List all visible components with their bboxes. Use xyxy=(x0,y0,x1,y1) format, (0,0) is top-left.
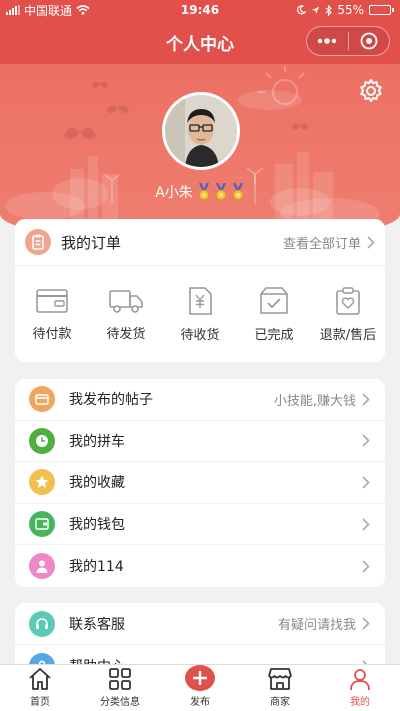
target-icon xyxy=(360,32,378,50)
chevron-right-icon xyxy=(362,434,370,447)
menu-item-my-114[interactable]: 我的114 xyxy=(15,545,385,587)
medal-icon xyxy=(232,183,244,201)
card-icon xyxy=(29,386,55,413)
order-status-pending-payment[interactable]: 待付款 xyxy=(15,266,89,362)
wallet-icon xyxy=(36,288,68,313)
star-icon xyxy=(29,469,55,496)
tab-categories[interactable]: 分类信息 xyxy=(80,665,160,711)
menu-item-label: 联系客服 xyxy=(69,616,125,633)
tab-merchants[interactable]: 商家 xyxy=(240,665,320,711)
nav-bar: 个人中心 xyxy=(0,20,400,64)
menu-item-hint: 有疑问请找我 xyxy=(277,618,356,633)
battery-percent: 55% xyxy=(337,3,364,17)
order-status-pending-shipment[interactable]: 待发货 xyxy=(89,266,163,362)
order-status-pending-receipt[interactable]: 待收货 xyxy=(163,266,237,362)
page-title: 个人中心 xyxy=(166,34,234,55)
menu-item-hint: 小技能,赚大钱 xyxy=(273,393,356,409)
user-icon xyxy=(350,669,370,691)
wallet-icon xyxy=(29,511,55,538)
order-status-completed[interactable]: 已完成 xyxy=(237,266,311,362)
more-dots-icon xyxy=(318,38,337,44)
medal-icon xyxy=(198,183,210,201)
avatar-photo xyxy=(165,95,237,167)
order-status-label: 待发货 xyxy=(106,326,146,342)
menu-item-label: 我的收藏 xyxy=(69,475,125,492)
medal-icon xyxy=(215,183,227,201)
status-bar: 中国联通 19:46 55% xyxy=(0,0,400,20)
carrier-label: 中国联通 xyxy=(24,3,73,18)
battery-icon xyxy=(369,5,394,15)
box-check-icon xyxy=(260,286,288,314)
plus-icon xyxy=(185,665,215,691)
truck-icon xyxy=(109,289,143,313)
bluetooth-icon xyxy=(325,4,333,16)
moon-icon xyxy=(297,5,307,15)
grid-icon xyxy=(109,668,131,690)
chevron-right-icon xyxy=(362,393,370,406)
tab-label: 商家 xyxy=(270,697,290,708)
menu-group-main: 我发布的帖子 小技能,赚大钱 我的拼车 我的收藏 我的钱包 我的114 xyxy=(15,379,385,587)
order-status-refund[interactable]: 退款/售后 xyxy=(311,266,385,362)
order-status-label: 待收货 xyxy=(180,327,220,343)
menu-item-customer-service[interactable]: 联系客服 有疑问请找我 xyxy=(15,603,385,645)
view-all-orders-link[interactable]: 查看全部订单 xyxy=(283,233,361,252)
chevron-right-icon xyxy=(362,476,370,489)
menu-item-wallet[interactable]: 我的钱包 xyxy=(15,504,385,546)
orders-header[interactable]: 我的订单 查看全部订单 xyxy=(15,219,385,266)
menu-item-label: 我的114 xyxy=(69,559,124,576)
profile-header: A小朱 xyxy=(0,64,400,244)
user-icon xyxy=(29,553,55,580)
signal-icon xyxy=(6,5,20,15)
tab-mine[interactable]: 我的 xyxy=(320,665,400,711)
more-button[interactable] xyxy=(307,27,348,55)
headset-icon xyxy=(29,610,55,637)
location-icon xyxy=(312,6,320,14)
tab-home[interactable]: 首页 xyxy=(0,665,80,711)
chevron-right-icon xyxy=(367,235,375,249)
username: A小朱 xyxy=(155,185,193,201)
wifi-icon xyxy=(76,5,90,15)
chevron-right-icon xyxy=(362,617,370,630)
tab-bar: 首页 分类信息 发布 商家 我的 xyxy=(0,664,400,711)
order-status-label: 待付款 xyxy=(32,326,72,342)
avatar[interactable] xyxy=(162,92,240,170)
tab-label: 我的 xyxy=(350,697,370,708)
miniprogram-capsule xyxy=(306,26,390,56)
close-miniprogram-button[interactable] xyxy=(349,27,390,55)
orders-title: 我的订单 xyxy=(61,233,122,252)
shop-icon xyxy=(268,668,292,690)
clipboard-heart-icon xyxy=(336,286,360,315)
orders-card: 我的订单 查看全部订单 待付款 待发货 待收货 已完成 退款/售后 xyxy=(15,219,385,362)
chevron-right-icon xyxy=(362,518,370,531)
medal-list xyxy=(197,183,245,201)
menu-item-my-posts[interactable]: 我发布的帖子 小技能,赚大钱 xyxy=(15,379,385,421)
order-status-label: 退款/售后 xyxy=(319,327,377,343)
tab-label: 发布 xyxy=(190,697,210,708)
user-info: A小朱 xyxy=(0,182,400,202)
order-status-label: 已完成 xyxy=(254,327,294,343)
tab-publish[interactable]: 发布 xyxy=(160,665,240,711)
gear-icon xyxy=(360,79,382,103)
menu-item-label: 我发布的帖子 xyxy=(69,392,153,409)
menu-item-carpool[interactable]: 我的拼车 xyxy=(15,421,385,463)
menu-item-label: 我的拼车 xyxy=(69,433,125,450)
tab-label: 分类信息 xyxy=(100,697,140,708)
receipt-icon xyxy=(189,286,212,315)
home-icon xyxy=(29,668,51,690)
clock-icon xyxy=(29,427,55,454)
order-status-grid: 待付款 待发货 待收货 已完成 退款/售后 xyxy=(15,266,385,362)
settings-button[interactable] xyxy=(356,76,386,106)
menu-item-favorites[interactable]: 我的收藏 xyxy=(15,462,385,504)
menu-item-label: 我的钱包 xyxy=(69,517,125,534)
order-list-icon xyxy=(25,229,51,255)
chevron-right-icon xyxy=(362,560,370,573)
tab-label: 首页 xyxy=(30,697,50,708)
